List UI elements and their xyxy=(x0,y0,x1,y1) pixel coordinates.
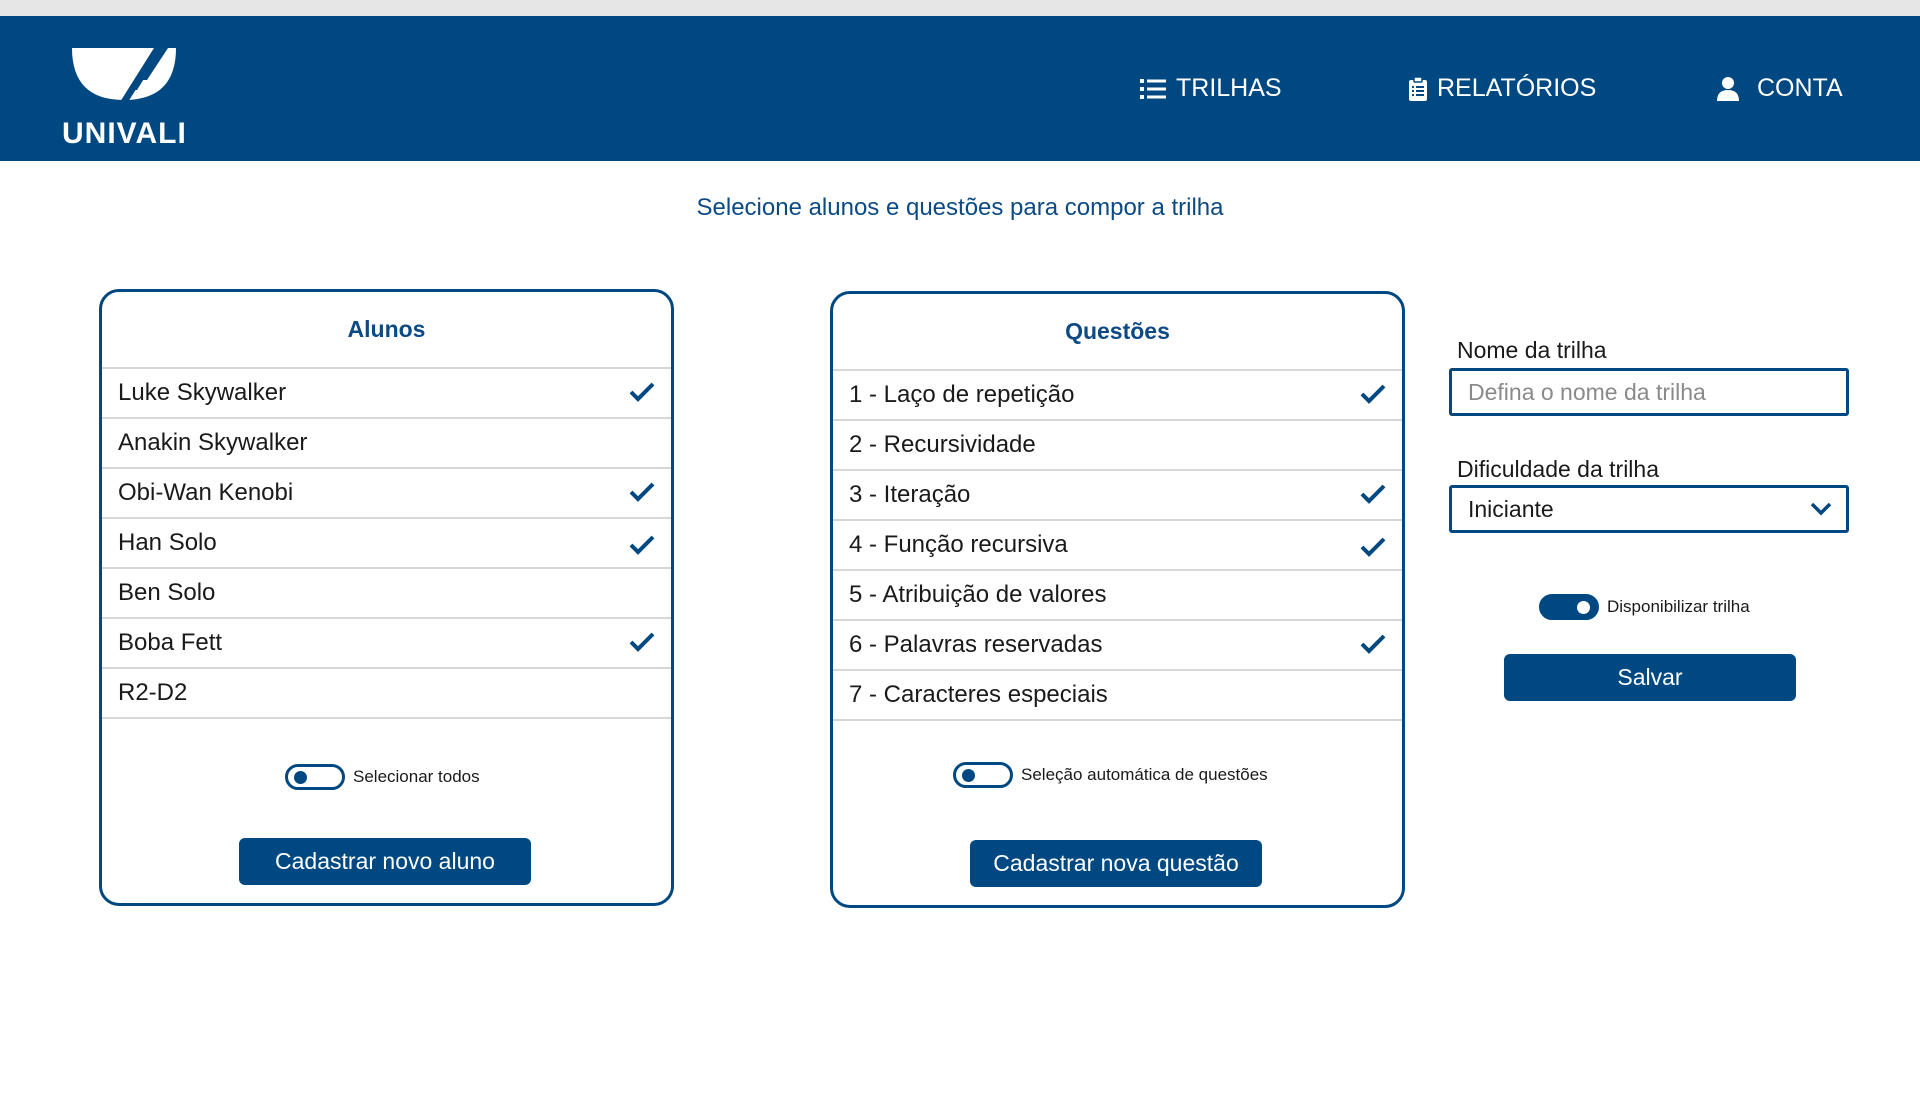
add-student-button[interactable]: Cadastrar novo aluno xyxy=(239,838,531,885)
auto-select-toggle-group: Seleção automática de questões xyxy=(953,762,1268,788)
questions-list: 1 - Laço de repetição 2 - Recursividade … xyxy=(833,369,1402,721)
check-icon xyxy=(629,382,655,402)
publish-toggle[interactable] xyxy=(1539,594,1599,620)
question-row[interactable]: 2 - Recursividade xyxy=(833,421,1402,471)
auto-select-toggle[interactable] xyxy=(953,762,1013,788)
questions-card-title: Questões xyxy=(1065,318,1170,344)
nav-conta-label: CONTA xyxy=(1757,74,1843,102)
student-row[interactable]: Ben Solo xyxy=(102,569,671,619)
student-name: Ben Solo xyxy=(118,579,216,606)
nav-relatorios-label: RELATÓRIOS xyxy=(1437,74,1597,102)
student-row[interactable]: Luke Skywalker xyxy=(102,369,671,419)
check-icon xyxy=(1360,537,1386,557)
top-navbar: UNIVALI TRILHAS RELATÓRIOS CONTA xyxy=(0,16,1920,161)
univali-logo-mark-icon xyxy=(72,48,176,102)
check-icon xyxy=(1360,484,1386,504)
question-name: 7 - Caracteres especiais xyxy=(849,681,1108,708)
student-row[interactable]: Boba Fett xyxy=(102,619,671,669)
student-name: R2-D2 xyxy=(118,679,188,706)
check-icon xyxy=(629,632,655,652)
trail-name-label: Nome da trilha xyxy=(1457,337,1607,363)
questions-card: Questões 1 - Laço de repetição 2 - Recur… xyxy=(830,291,1405,908)
question-name: 4 - Função recursiva xyxy=(849,531,1068,558)
select-all-toggle-group: Selecionar todos xyxy=(285,764,480,790)
trail-difficulty-value: Iniciante xyxy=(1468,495,1554,522)
chevron-down-icon xyxy=(1810,502,1832,516)
students-list: Luke Skywalker Anakin Skywalker Obi-Wan … xyxy=(102,367,671,719)
publish-label: Disponibilizar trilha xyxy=(1607,597,1750,616)
student-row[interactable]: Han Solo xyxy=(102,519,671,569)
check-icon xyxy=(1360,634,1386,654)
univali-logo[interactable]: UNIVALI xyxy=(62,48,186,153)
student-name: Obi-Wan Kenobi xyxy=(118,479,294,506)
question-row[interactable]: 4 - Função recursiva xyxy=(833,521,1402,571)
browser-top-strip xyxy=(0,0,1920,16)
question-row[interactable]: 5 - Atribuição de valores xyxy=(833,571,1402,621)
students-card: Alunos Luke Skywalker Anakin Skywalker O… xyxy=(99,289,674,906)
student-row[interactable]: Anakin Skywalker xyxy=(102,419,671,469)
student-name: Luke Skywalker xyxy=(118,379,287,406)
add-question-button[interactable]: Cadastrar nova questão xyxy=(970,840,1262,887)
question-name: 3 - Iteração xyxy=(849,481,971,508)
student-row[interactable]: R2-D2 xyxy=(102,669,671,719)
nav-trilhas-label: TRILHAS xyxy=(1176,74,1282,102)
brand-name: UNIVALI xyxy=(62,117,187,150)
auto-select-label: Seleção automática de questões xyxy=(1021,765,1268,784)
question-row[interactable]: 1 - Laço de repetição xyxy=(833,371,1402,421)
trail-name-input[interactable] xyxy=(1449,368,1849,416)
clipboard-icon xyxy=(1409,76,1427,101)
nav-trilhas[interactable]: TRILHAS xyxy=(1140,74,1282,103)
publish-toggle-group: Disponibilizar trilha xyxy=(1539,594,1750,620)
question-row[interactable]: 6 - Palavras reservadas xyxy=(833,621,1402,671)
nav-relatorios[interactable]: RELATÓRIOS xyxy=(1409,74,1596,103)
select-all-label: Selecionar todos xyxy=(353,767,480,786)
select-all-toggle[interactable] xyxy=(285,764,345,790)
question-row[interactable]: 7 - Caracteres especiais xyxy=(833,671,1402,721)
check-icon xyxy=(629,535,655,555)
question-row[interactable]: 3 - Iteração xyxy=(833,471,1402,521)
trail-difficulty-label: Dificuldade da trilha xyxy=(1457,456,1660,482)
list-icon xyxy=(1140,78,1166,99)
save-button[interactable]: Salvar xyxy=(1504,654,1796,701)
page-subtitle: Selecione alunos e questões para compor … xyxy=(696,194,1224,221)
students-card-title: Alunos xyxy=(347,316,426,342)
question-name: 2 - Recursividade xyxy=(849,431,1036,458)
student-name: Han Solo xyxy=(118,529,217,556)
student-row[interactable]: Obi-Wan Kenobi xyxy=(102,469,671,519)
check-icon xyxy=(629,482,655,502)
nav-conta[interactable]: CONTA xyxy=(1717,74,1843,103)
trail-difficulty-select[interactable]: Iniciante xyxy=(1449,485,1849,533)
student-name: Boba Fett xyxy=(118,629,223,656)
student-name: Anakin Skywalker xyxy=(118,429,308,456)
question-name: 5 - Atribuição de valores xyxy=(849,581,1107,608)
user-icon xyxy=(1717,76,1739,101)
question-name: 1 - Laço de repetição xyxy=(849,381,1075,408)
check-icon xyxy=(1360,384,1386,404)
question-name: 6 - Palavras reservadas xyxy=(849,631,1103,658)
